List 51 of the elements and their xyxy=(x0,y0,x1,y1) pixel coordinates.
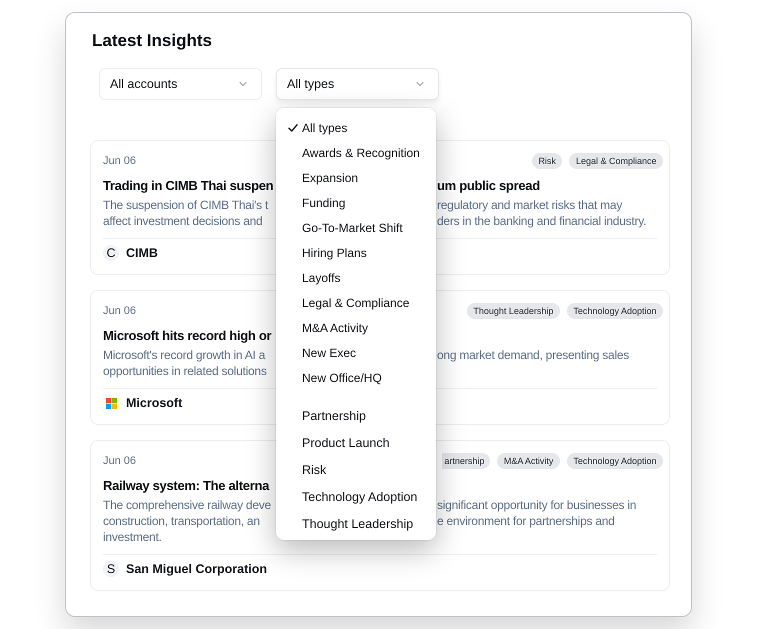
menu-option[interactable]: Partnership xyxy=(276,402,436,429)
company-initial: S xyxy=(103,561,119,577)
menu-option[interactable]: Risk xyxy=(276,456,436,483)
four-squares-icon xyxy=(106,398,117,408)
insight-summary: construction, transportation, an xyxy=(103,514,261,528)
menu-option[interactable]: New Office/HQ xyxy=(276,365,436,390)
insight-summary: regulatory and market risks that may xyxy=(437,198,624,212)
insight-summary: opportunities in related solutions xyxy=(103,364,268,378)
tag: Thought Leadership xyxy=(466,303,560,319)
tag: Risk xyxy=(532,153,562,169)
tag: Technology Adoption xyxy=(566,453,663,469)
insight-summary: ders in the banking and financial industry. xyxy=(437,214,648,228)
panel-title: Latest Insights xyxy=(92,30,212,52)
company-initial: C xyxy=(103,245,119,261)
insight-title: Railway system: The alterna xyxy=(103,478,270,492)
menu-option[interactable]: Thought Leadership xyxy=(276,510,436,537)
filter-select[interactable]: All types xyxy=(276,68,439,100)
insight-summary: The suspension of CIMB Thai's t xyxy=(103,198,270,212)
company-name: CIMB xyxy=(126,246,158,260)
tag: Technology Adoption xyxy=(566,303,663,319)
menu-option[interactable]: Awards & Recognition xyxy=(276,140,436,165)
insight-title: um public spread xyxy=(437,178,541,192)
tag: artnership xyxy=(442,453,490,469)
company-name: Microsoft xyxy=(126,396,182,410)
menu-option[interactable]: Hiring Plans xyxy=(276,240,436,265)
tag: M&A Activity xyxy=(497,453,560,469)
insight-title: Trading in CIMB Thai suspen xyxy=(103,178,274,192)
filter-select[interactable]: All accounts xyxy=(99,68,262,100)
insight-summary: e environment for partnerships and xyxy=(437,514,616,528)
menu-option[interactable]: M&A Activity xyxy=(276,315,436,340)
menu-option[interactable]: Layoffs xyxy=(276,265,436,290)
insight-summary: significant opportunity for businesses in xyxy=(437,498,638,512)
insight-date: Jun 06 xyxy=(103,455,138,467)
tag: Legal & Compliance xyxy=(569,153,663,169)
insight-date: Jun 06 xyxy=(103,305,138,317)
menu-option[interactable]: Product Launch xyxy=(276,429,436,456)
insight-summary: The comprehensive railway deve xyxy=(103,498,272,512)
menu-option[interactable]: New Exec xyxy=(276,340,436,365)
menu-option[interactable]: Funding xyxy=(276,190,436,215)
insight-summary: investment. xyxy=(103,530,163,544)
insight-title: Microsoft hits record high or xyxy=(103,328,272,342)
menu-option[interactable]: Go-To-Market Shift xyxy=(276,215,436,240)
insight-summary: affect investment decisions and xyxy=(103,214,264,228)
insight-summary: ong market demand, presenting sales xyxy=(437,348,630,362)
insight-date: Jun 06 xyxy=(103,155,138,167)
menu-option[interactable]: Legal & Compliance xyxy=(276,290,436,315)
menu-option[interactable]: Expansion xyxy=(276,165,436,190)
menu-option[interactable]: Technology Adoption xyxy=(276,483,436,510)
insight-summary: Microsoft's record growth in AI a xyxy=(103,348,266,362)
menu-option[interactable]: All types xyxy=(276,115,436,140)
company-name: San Miguel Corporation xyxy=(126,562,267,576)
